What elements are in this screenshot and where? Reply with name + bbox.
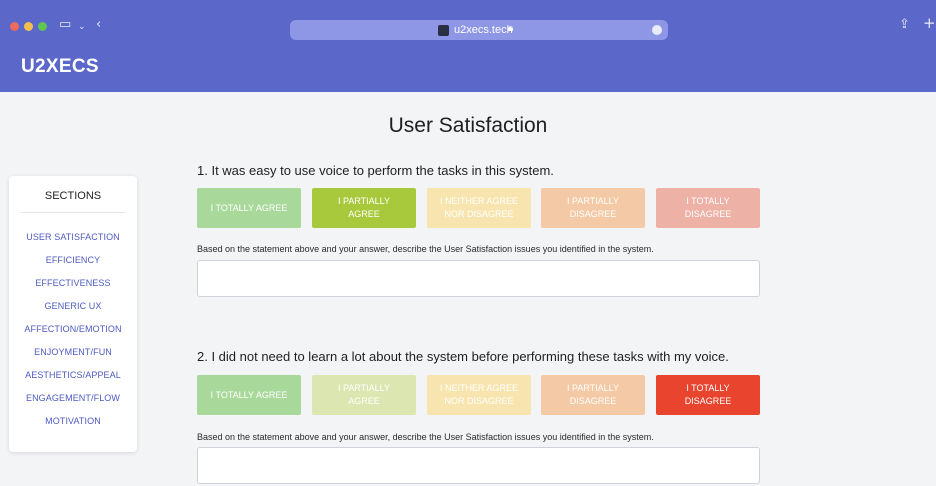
sidebar-divider (21, 212, 125, 213)
app-header: U2XECS (0, 44, 936, 92)
browser-toolbar: ▭ ⌄ ‹ u2xecs.tech 🔒︎ ⇪ + (0, 0, 936, 44)
option-label: I NEITHER AGREE (439, 383, 519, 393)
page-title: User Satisfaction (388, 114, 548, 137)
share-icon[interactable]: ⇪ (899, 17, 910, 33)
sidebar-item-affection-emotion[interactable]: AFFECTION/EMOTION (9, 324, 137, 334)
sidebar-toggle-icon[interactable]: ▭ (59, 17, 71, 33)
q1-option-partially-agree[interactable]: I PARTIALLY AGREE (312, 188, 416, 228)
question-2-answer-input[interactable] (197, 447, 760, 484)
option-label: AGREE (348, 396, 380, 406)
sidebar-item-effectiveness[interactable]: EFFECTIVENESS (9, 278, 137, 288)
question-2-prompt: Based on the statement above and your an… (197, 432, 654, 442)
sidebar-item-aesthetics-appeal[interactable]: AESTHETICS/APPEAL (9, 370, 137, 380)
option-label: AGREE (348, 209, 380, 219)
q1-option-totally-agree[interactable]: I TOTALLY AGREE (197, 188, 301, 228)
minimize-window-button[interactable] (24, 22, 33, 31)
q2-option-totally-agree[interactable]: I TOTALLY AGREE (197, 375, 301, 415)
q1-option-neither[interactable]: I NEITHER AGREE NOR DISAGREE (427, 188, 531, 228)
new-tab-icon[interactable]: + (923, 15, 936, 31)
question-2-text: 2. I did not need to learn a lot about t… (197, 349, 729, 364)
lock-icon: 🔒︎ (508, 23, 514, 34)
option-label: I PARTIALLY (337, 196, 391, 206)
sidebar-item-motivation[interactable]: MOTIVATION (9, 416, 137, 426)
option-label: I PARTIALLY (566, 196, 620, 206)
question-1-answer-input[interactable] (197, 260, 760, 297)
option-label: I TOTALLY (686, 383, 730, 393)
q2-option-partially-agree[interactable]: I PARTIALLY AGREE (312, 375, 416, 415)
page-menu-icon[interactable] (652, 25, 662, 35)
close-window-button[interactable] (10, 22, 19, 31)
fullscreen-window-button[interactable] (38, 22, 47, 31)
question-1-prompt: Based on the statement above and your an… (197, 244, 654, 254)
sidebar-title: SECTIONS (44, 190, 102, 202)
q1-option-partially-disagree[interactable]: I PARTIALLY DISAGREE (541, 188, 645, 228)
q2-option-totally-disagree[interactable]: I TOTALLY DISAGREE (656, 375, 760, 415)
option-label: NOR DISAGREE (444, 209, 514, 219)
option-label: I PARTIALLY (337, 383, 391, 393)
q1-option-totally-disagree[interactable]: I TOTALLY DISAGREE (656, 188, 760, 228)
address-bar[interactable]: u2xecs.tech 🔒︎ (290, 20, 668, 40)
option-label: I TOTALLY AGREE (210, 389, 288, 400)
sidebar-item-user-satisfaction[interactable]: USER SATISFACTION (9, 232, 137, 242)
option-label: DISAGREE (684, 396, 732, 406)
site-favicon-icon (438, 25, 449, 36)
sidebar-item-engagement-flow[interactable]: ENGAGEMENT/FLOW (9, 393, 137, 403)
sections-sidebar: SECTIONS USER SATISFACTION EFFICIENCY EF… (9, 176, 137, 452)
option-label: DISAGREE (569, 209, 617, 219)
option-label: NOR DISAGREE (444, 396, 514, 406)
q2-option-partially-disagree[interactable]: I PARTIALLY DISAGREE (541, 375, 645, 415)
back-icon[interactable]: ‹ (96, 17, 101, 33)
url-text: u2xecs.tech (454, 24, 513, 36)
option-label: DISAGREE (569, 396, 617, 406)
brand-logo[interactable]: U2XECS (21, 56, 99, 78)
sidebar-item-enjoyment-fun[interactable]: ENJOYMENT/FUN (9, 347, 137, 357)
option-label: I TOTALLY AGREE (210, 202, 288, 213)
option-label: I TOTALLY (686, 196, 730, 206)
option-label: I NEITHER AGREE (439, 196, 519, 206)
option-label: DISAGREE (684, 209, 732, 219)
question-1-text: 1. It was easy to use voice to perform t… (197, 163, 554, 178)
sidebar-item-generic-ux[interactable]: GENERIC UX (9, 301, 137, 311)
option-label: I PARTIALLY (566, 383, 620, 393)
chevron-down-icon[interactable]: ⌄ (78, 19, 86, 35)
q2-option-neither[interactable]: I NEITHER AGREE NOR DISAGREE (427, 375, 531, 415)
sidebar-item-efficiency[interactable]: EFFICIENCY (9, 255, 137, 265)
